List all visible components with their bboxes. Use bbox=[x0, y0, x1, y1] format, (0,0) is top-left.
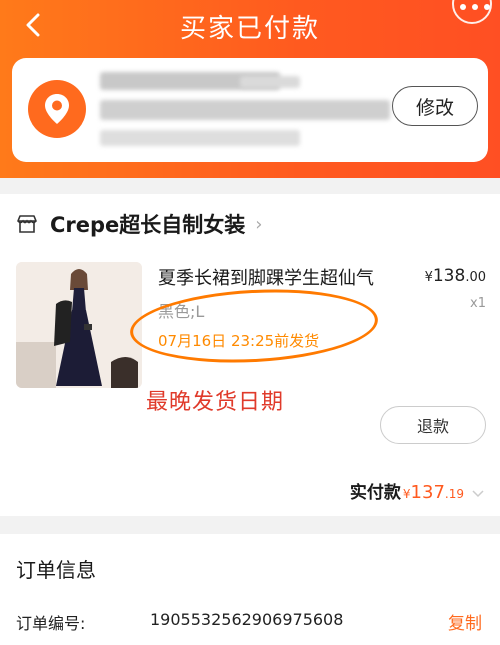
shop-name: Crepe超长自制女装 bbox=[50, 213, 246, 237]
order-info-card: 订单信息 订单编号: 1905532562906975608 复制 bbox=[0, 534, 500, 645]
annotation-text: 最晚发货日期 bbox=[146, 390, 285, 415]
product-image[interactable] bbox=[16, 262, 142, 388]
page-title: 买家已付款 bbox=[179, 14, 320, 44]
annotation-oval bbox=[128, 283, 380, 369]
refund-button[interactable]: 退款 bbox=[380, 406, 486, 444]
chevron-down-icon bbox=[472, 490, 484, 498]
recipient-phone-blurred bbox=[240, 76, 300, 88]
item-price: ¥138.00 bbox=[424, 266, 486, 286]
store-icon bbox=[17, 215, 37, 233]
paid-amount: ¥137.19 bbox=[402, 482, 464, 503]
paid-label: 实付款 bbox=[349, 483, 401, 503]
address-line-blurred bbox=[100, 100, 390, 120]
item-quantity: x1 bbox=[470, 296, 486, 311]
more-dots-icon bbox=[460, 4, 490, 10]
address-line2-blurred bbox=[100, 130, 300, 146]
order-info-title: 订单信息 bbox=[16, 558, 96, 582]
chevron-right-icon: › bbox=[255, 213, 263, 235]
shop-header[interactable]: Crepe超长自制女装 › bbox=[16, 208, 263, 240]
product-title[interactable]: 夏季长裙到脚踝学生超仙气 bbox=[158, 264, 374, 290]
edit-address-button[interactable]: 修改 bbox=[392, 86, 478, 126]
paid-amount-row[interactable]: 实付款 ¥137.19 bbox=[350, 478, 484, 503]
order-number: 1905532562906975608 bbox=[150, 610, 344, 629]
order-number-label: 订单编号: bbox=[16, 614, 86, 633]
copy-order-number-button[interactable]: 复制 bbox=[448, 609, 482, 634]
more-button[interactable] bbox=[446, 0, 500, 28]
location-pin-icon bbox=[28, 80, 86, 138]
shop-order-card: Crepe超长自制女装 › 夏季长裙到脚踝学生超仙气 ¥138.00 黑色;L … bbox=[0, 194, 500, 516]
address-card[interactable]: 修改 bbox=[12, 58, 488, 162]
